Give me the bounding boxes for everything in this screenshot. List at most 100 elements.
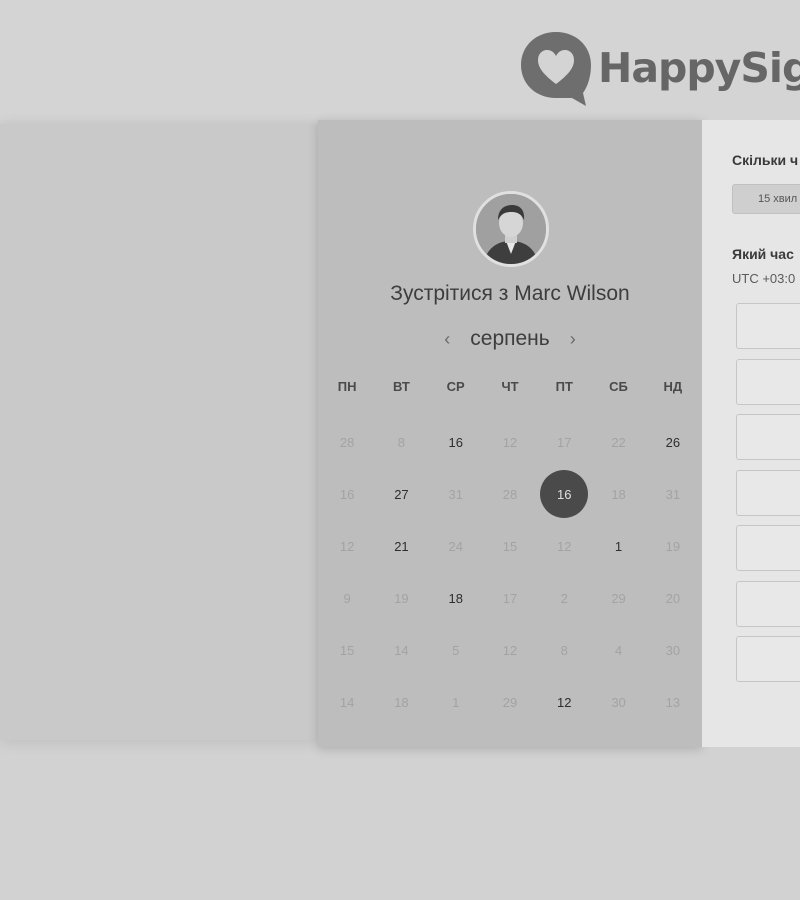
calendar-day: 29: [483, 676, 537, 728]
calendar-day: 24: [429, 520, 483, 572]
calendar-day-number: 12: [502, 434, 518, 450]
calendar-day[interactable]: 21: [374, 520, 428, 572]
calendar-day: 28: [320, 416, 374, 468]
calendar-day-number: 27: [394, 486, 409, 502]
time-slot-button[interactable]: [736, 636, 800, 682]
calendar-day: 8: [374, 416, 428, 468]
time-slot-button[interactable]: [736, 303, 800, 349]
calendar-day: 9: [320, 572, 374, 624]
time-slot-button[interactable]: [736, 358, 800, 405]
calendar-week: 28 8 16 12 17 22 26: [320, 416, 700, 468]
calendar-day-number: 13: [665, 694, 681, 710]
calendar-day[interactable]: 27: [374, 468, 428, 520]
calendar-day-number: 18: [611, 486, 626, 502]
header: HappySig: [0, 0, 800, 120]
calendar-day-number: 17: [557, 434, 572, 450]
calendar-day-number: 24: [448, 538, 463, 554]
calendar-day: 13: [646, 676, 700, 728]
calendar-day-number: 20: [665, 590, 681, 606]
calendar-day-number: 14: [339, 694, 355, 710]
calendar-week: 14 18 1 29 12 30 13: [320, 676, 700, 728]
calendar-day-number: 31: [448, 486, 463, 502]
calendar-day: 30: [591, 676, 645, 728]
person-photo-icon: [476, 194, 546, 264]
calendar-day[interactable]: 18: [429, 572, 483, 624]
time-slot-button[interactable]: [736, 414, 800, 460]
calendar-day: 22: [591, 416, 645, 468]
duration-select[interactable]: 15 хвил: [732, 184, 800, 214]
calendar-day: 1: [429, 676, 483, 728]
next-month-icon[interactable]: ›: [560, 329, 586, 350]
time-slot-button[interactable]: [736, 525, 800, 571]
time-slot-button[interactable]: [736, 469, 800, 516]
logo[interactable]: HappySig: [520, 30, 800, 106]
calendar-day[interactable]: 1: [591, 520, 645, 572]
calendar-day-number: 28: [339, 434, 355, 450]
calendar-day-number: 31: [665, 486, 681, 502]
timezone-label: UTC +03:0: [732, 271, 796, 286]
weekday-label: ПН: [337, 379, 357, 394]
scheduler-card: Зустрітися з Marc Wilson ‹ серпень › ПН В…: [318, 120, 702, 747]
calendar-day-number: 16: [448, 434, 463, 450]
calendar-day: 14: [320, 676, 374, 728]
calendar-day-number: 2: [560, 590, 568, 606]
calendar-day-number: 9: [343, 590, 351, 606]
right-panel: Скільки ч 15 хвил Який час UTC +03:0: [702, 120, 800, 747]
calendar-day: 14: [374, 624, 428, 676]
calendar-day: 18: [591, 468, 645, 520]
time-slot-button[interactable]: [736, 580, 800, 627]
calendar-day: 15: [483, 520, 537, 572]
calendar-day-number: 28: [502, 486, 518, 502]
calendar-day-selected[interactable]: 16: [537, 468, 591, 520]
calendar-day: 16: [320, 468, 374, 520]
calendar-day-number: 15: [339, 642, 355, 658]
calendar-day: 12: [483, 624, 537, 676]
calendar-day: 19: [374, 572, 428, 624]
calendar-day-number: 22: [611, 434, 626, 450]
calendar-day-number: 8: [560, 642, 568, 658]
calendar-day: 20: [646, 572, 700, 624]
calendar-day-number: 12: [502, 642, 518, 658]
calendar-day[interactable]: 26: [646, 416, 700, 468]
calendar-day: 30: [646, 624, 700, 676]
heart-bubble-icon: [521, 32, 591, 106]
time-label: Який час: [732, 246, 794, 262]
calendar-day-number: 12: [557, 538, 572, 554]
calendar-week: 16 27 31 28 16 18 31: [320, 468, 700, 520]
calendar-day-number: 29: [502, 694, 518, 710]
calendar-day: 17: [537, 416, 591, 468]
calendar-day: 2: [537, 572, 591, 624]
calendar-day: 31: [429, 468, 483, 520]
calendar-day: 28: [483, 468, 537, 520]
calendar-day: 8: [537, 624, 591, 676]
duration-value: 15 хвил: [758, 193, 798, 205]
calendar-day: 29: [591, 572, 645, 624]
calendar-day-number: 19: [665, 538, 681, 554]
calendar-day-number: 26: [665, 434, 681, 450]
calendar-day-number: 30: [611, 694, 626, 710]
calendar-day-number: 1: [452, 694, 460, 710]
calendar-day-number: 30: [665, 642, 681, 658]
calendar-day-number: 12: [339, 538, 355, 554]
logo-text: HappySig: [598, 44, 800, 92]
calendar-day-number: 17: [502, 590, 518, 606]
month-label: серпень: [470, 327, 550, 350]
calendar-day-number: 4: [614, 642, 623, 658]
calendar-day-number: 18: [448, 590, 463, 606]
calendar-day[interactable]: 12: [537, 676, 591, 728]
duration-label: Скільки ч: [732, 152, 799, 168]
prev-month-icon[interactable]: ‹: [434, 329, 460, 350]
weekday-label: СБ: [609, 379, 628, 394]
calendar-day: 12: [483, 416, 537, 468]
weekday-label: СР: [446, 379, 465, 394]
calendar-day-number: 29: [611, 590, 626, 606]
weekday-label: ПТ: [555, 379, 573, 394]
weekday-header: ПН ВТ СР ЧТ ПТ СБ НД: [320, 379, 700, 394]
calendar-day[interactable]: 16: [429, 416, 483, 468]
calendar-day-number: 18: [394, 694, 409, 710]
weekday-label: ЧТ: [501, 379, 519, 394]
calendar-day: 5: [429, 624, 483, 676]
calendar-day: 15: [320, 624, 374, 676]
calendar-day-number: 15: [502, 538, 518, 554]
calendar-day-number: 5: [452, 642, 460, 658]
